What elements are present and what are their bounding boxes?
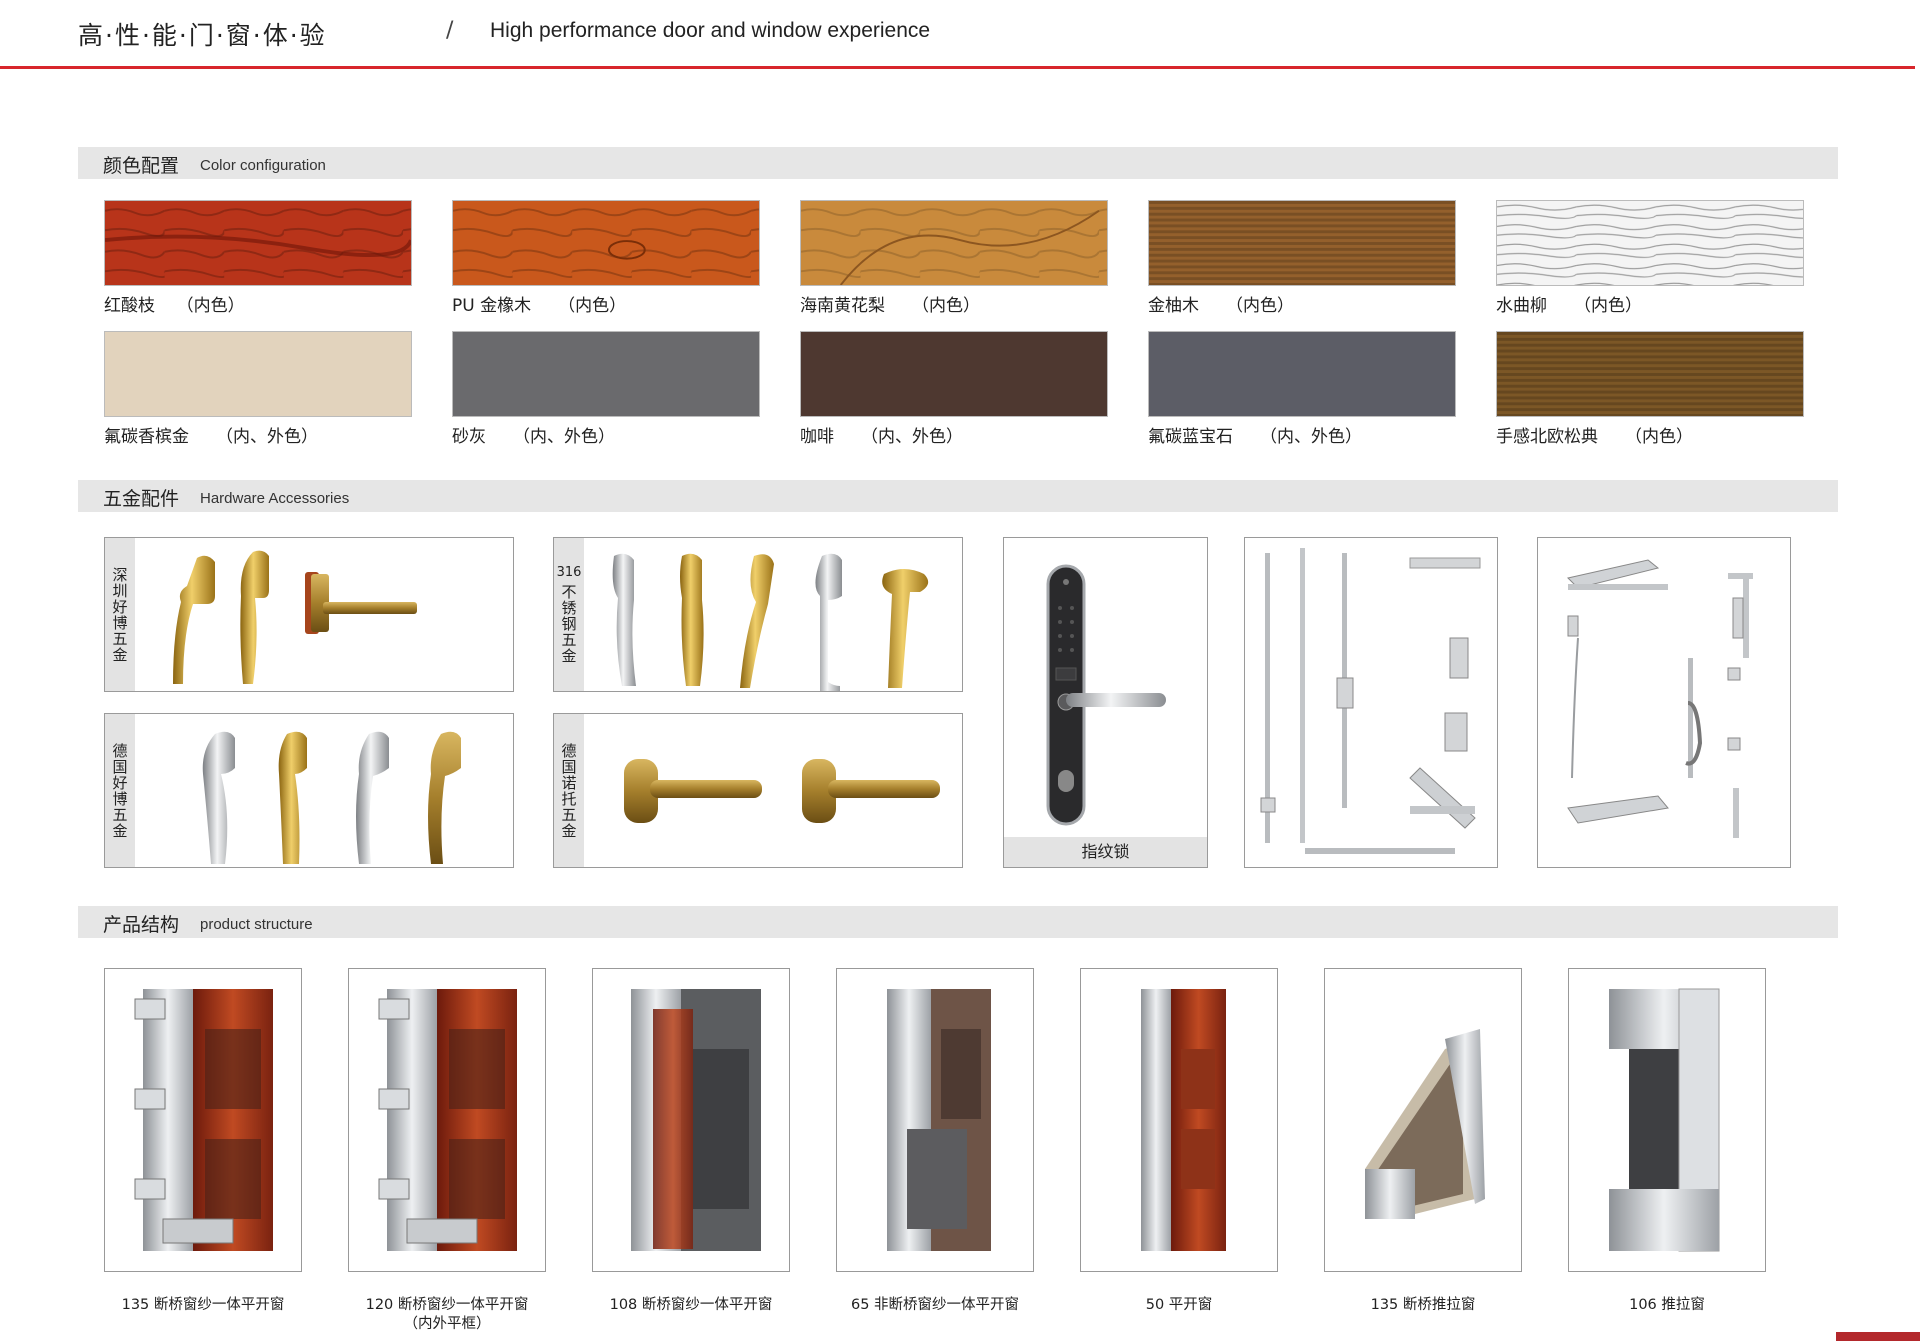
swatch-label: 氟碳蓝宝石 （内、外色） (1148, 427, 1363, 447)
hardware-box-germany-nuotuo: 德国诺托五金 (553, 713, 963, 868)
window-handle-icon (202, 731, 461, 864)
product-box (348, 968, 546, 1272)
hardware-box-friction-stays (1537, 537, 1791, 868)
product-caption-line1: 50 平开窗 (1145, 1297, 1213, 1313)
swatch-xiangbinjin (104, 331, 412, 417)
corner-accent (1836, 1332, 1920, 1341)
product-caption-line1: 135 断桥推拉窗 (1370, 1297, 1476, 1313)
window-profile-icon (1141, 989, 1226, 1251)
product-caption: 108 断桥窗纱一体平开窗 (561, 1296, 821, 1315)
swatch-label: 红酸枝 （内色） (104, 296, 245, 316)
swatch-label: 金柚木 （内色） (1148, 296, 1295, 316)
hardware-box-tab: 德国诺托五金 (554, 714, 584, 867)
product-caption: 135 断桥窗纱一体平开窗 (73, 1296, 333, 1315)
window-profile-icon (631, 989, 761, 1251)
product-caption-line2: （内外平框） (403, 1316, 491, 1332)
product-box (1080, 968, 1278, 1272)
product-box (104, 968, 302, 1272)
window-profile-icon (134, 988, 274, 1252)
section-color-title-cn: 颜色配置 (103, 155, 180, 177)
header-divider (0, 66, 1915, 69)
product-caption-line1: 135 断桥窗纱一体平开窗 (121, 1297, 285, 1313)
hardware-box-label: 不锈钢五金 (559, 584, 578, 664)
window-profile-icon (378, 988, 518, 1252)
swatch-lanbaoshi (1148, 331, 1456, 417)
product-box (836, 968, 1034, 1272)
window-profile-icon (1365, 1029, 1485, 1219)
hardware-box-lock-rods (1244, 537, 1498, 868)
swatch-shahui (452, 331, 760, 417)
hardware-box-tab: 德国好博五金 (105, 714, 135, 867)
swatch-label: 砂灰 （内、外色） (452, 427, 616, 447)
swatch-kafei (800, 331, 1108, 417)
product-caption: 65 非断桥窗纱一体平开窗 (805, 1296, 1065, 1315)
hardware-box-label-group: 316 不锈钢五金 (557, 565, 582, 664)
product-caption-line1: 108 断桥窗纱一体平开窗 (609, 1297, 773, 1313)
hardware-box-germany-haobo: 德国好博五金 (104, 713, 514, 868)
page: 高·性·能·门·窗·体·验 / High performance door an… (0, 0, 1920, 1341)
section-structure-title-en: product structure (200, 916, 313, 933)
hinge-icon (1567, 559, 1753, 838)
swatch-label: 水曲柳 （内色） (1496, 296, 1643, 316)
section-hardware-title-cn: 五金配件 (103, 488, 180, 510)
swatch-label: 海南黄花梨 （内色） (800, 296, 981, 316)
product-caption: 106 推拉窗 (1537, 1296, 1797, 1315)
hardware-box-label: 德国好博五金 (110, 742, 129, 839)
swatch-shuiquliu (1496, 200, 1804, 286)
section-color-bar: 颜色配置 Color configuration (78, 147, 1838, 179)
swatch-pu-jinxiangmu (452, 200, 760, 286)
product-caption: 120 断桥窗纱一体平开窗 （内外平框） (317, 1296, 577, 1334)
section-structure-title-cn: 产品结构 (103, 914, 180, 936)
hardware-box-shenzhen-haobo: 深圳好博五金 (104, 537, 514, 692)
swatch-label: 手感北欧松典 （内色） (1496, 427, 1694, 447)
section-hardware-title-en: Hardware Accessories (200, 490, 350, 507)
lock-rod-icon (1260, 548, 1481, 854)
swatch-label: PU 金橡木 （内色） (452, 296, 627, 316)
section-hardware-bar: 五金配件 Hardware Accessories (78, 480, 1838, 512)
swatch-huanghuali (800, 200, 1108, 286)
hardware-box-tab: 316 不锈钢五金 (554, 538, 584, 691)
swatch-label: 咖啡 （内、外色） (800, 427, 964, 447)
section-color-title-en: Color configuration (200, 157, 326, 174)
page-header: 高·性·能·门·窗·体·验 / High performance door an… (0, 0, 1920, 70)
hardware-box-fingerprint-lock: 指纹锁 (1003, 537, 1208, 868)
fingerprint-lock-caption: 指纹锁 (1004, 837, 1207, 867)
product-caption: 50 平开窗 (1049, 1296, 1309, 1315)
header-slash: / (446, 18, 454, 43)
product-caption: 135 断桥推拉窗 (1293, 1296, 1553, 1315)
hardware-box-label: 德国诺托五金 (559, 742, 578, 839)
swatch-label: 氟碳香槟金 （内、外色） (104, 427, 319, 447)
fingerprint-lock-icon (1046, 564, 1166, 826)
swatch-beiousongdian (1496, 331, 1804, 417)
product-caption-line1: 120 断桥窗纱一体平开窗 (365, 1297, 529, 1313)
swatch-hongsuanzhi (104, 200, 412, 286)
hardware-box-label: 深圳好博五金 (110, 566, 129, 663)
hardware-box-316-stainless: 316 不锈钢五金 (553, 537, 963, 692)
swatch-jinyoumu (1148, 200, 1456, 286)
hardware-box-tab: 深圳好博五金 (105, 538, 135, 691)
product-box (1568, 968, 1766, 1272)
window-handle-icon (612, 553, 929, 691)
product-box (1324, 968, 1522, 1272)
window-profile-icon (1609, 988, 1720, 1252)
product-caption-line1: 65 非断桥窗纱一体平开窗 (850, 1297, 1020, 1313)
hardware-box-number: 316 (556, 565, 582, 580)
header-title-en: High performance door and window experie… (490, 19, 931, 42)
section-structure-bar: 产品结构 product structure (78, 906, 1838, 938)
header-title-cn: 高·性·能·门·窗·体·验 (78, 21, 327, 50)
window-handle-icon (173, 550, 417, 684)
product-caption-line1: 106 推拉窗 (1629, 1297, 1705, 1313)
product-box (592, 968, 790, 1272)
window-profile-icon (887, 989, 991, 1251)
door-handle-icon (624, 759, 940, 823)
